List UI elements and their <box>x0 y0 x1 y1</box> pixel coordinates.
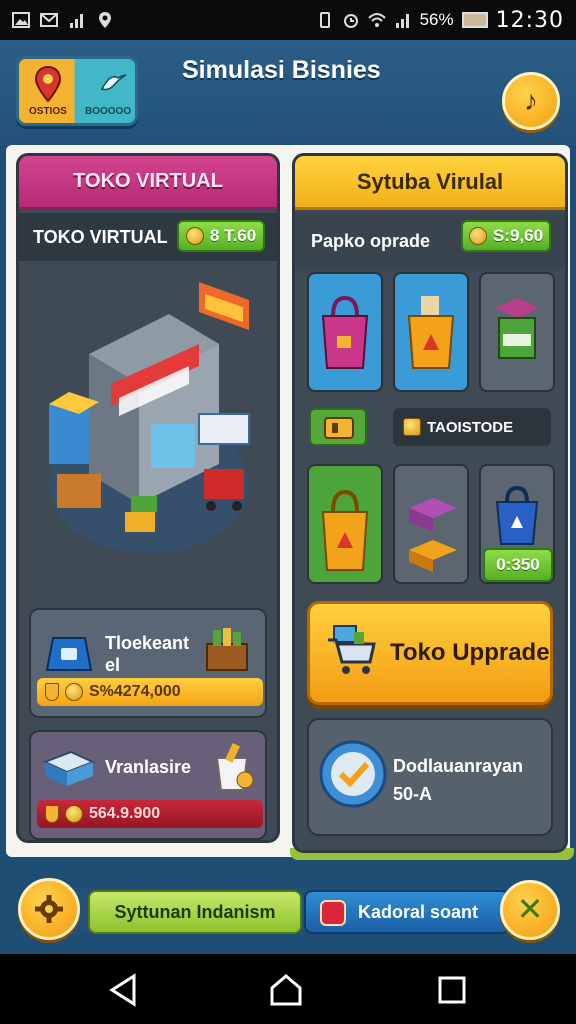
item-tile-tote-bag[interactable] <box>307 464 383 584</box>
virtual-store-panel: TOKO VIRTUAL TOKO VIRTUAL 8 T.60 Tloekea… <box>16 153 280 843</box>
store-upgrade-button[interactable]: Toko Upprade <box>307 601 553 705</box>
checkmark-badge-icon <box>319 740 387 808</box>
store-price-pill[interactable]: 8 T.60 <box>177 220 265 252</box>
coin-icon <box>185 227 204 245</box>
wifi-icon <box>367 13 386 27</box>
franchise-value-bar: 564.9.900 <box>37 800 263 828</box>
cell-signal-icon <box>395 14 409 28</box>
home-icon[interactable] <box>268 972 304 1008</box>
system-nav-bar <box>0 954 576 1024</box>
music-note-icon: ♪ <box>524 85 538 116</box>
item-tile-orange-bag[interactable] <box>393 272 469 392</box>
inventory-title: Tloekeant <box>105 633 190 653</box>
inventory-subtitle: el <box>105 655 121 675</box>
image-notification-icon <box>12 12 30 28</box>
footer-green-button[interactable]: Syttunan Indanism <box>88 890 302 934</box>
pink-bag-icon <box>321 295 369 369</box>
store-building-illustration <box>49 282 250 554</box>
virtual-store-header: TOKO VIRTUAL <box>19 156 277 210</box>
small-price: 0:350 <box>496 555 540 574</box>
footer-green-label: Syttunan Indanism <box>114 901 276 922</box>
upgrade-price: S:9,60 <box>492 226 544 245</box>
tote-bag-icon <box>321 489 369 571</box>
item-tile-display-case[interactable] <box>479 272 555 392</box>
upgrade-panel-header: Sytuba Virulal <box>295 156 565 210</box>
signal-small-icon <box>70 14 83 28</box>
item-tile-pink-bag[interactable] <box>307 272 383 392</box>
close-icon: ✕ <box>516 891 544 927</box>
shield-icon <box>45 683 59 701</box>
inventory-value-bar: S%4274,000 <box>37 678 263 706</box>
coin-icon <box>65 683 83 701</box>
logo-right-text: BOOOOO <box>85 106 132 117</box>
display-case-icon <box>495 298 539 359</box>
clock: 12:30 <box>495 7 564 33</box>
small-price-pill[interactable]: 0:350 <box>483 548 553 582</box>
verification-subtitle: 50-A <box>393 784 433 804</box>
item-tile-boxes[interactable] <box>393 464 469 584</box>
cup-icon <box>215 743 254 791</box>
orange-bag-icon <box>407 296 455 369</box>
gear-icon <box>35 895 63 923</box>
app-title: Simulasi Bisnies <box>182 56 381 84</box>
store-price: 8 T.60 <box>209 226 257 245</box>
footer-blue-label: Kadoral soant <box>358 901 479 922</box>
store-upgrade-label: Toko Upprade <box>390 639 550 666</box>
coupon-icon <box>324 417 354 439</box>
vibrate-icon <box>319 12 330 28</box>
app-header: OSTIOS BOOOOO Simulasi Bisnies ♪ <box>0 40 576 145</box>
ticket-icon <box>403 418 421 436</box>
produce-basket-icon <box>206 628 248 671</box>
footer-blue-button[interactable]: Kadoral soant <box>304 890 510 934</box>
franchise-card[interactable]: Vranlasire 564.9.900 <box>29 730 267 840</box>
franchise-value: 564.9.900 <box>89 805 161 822</box>
blue-bag-icon <box>495 485 539 545</box>
logo-left-text: OSTIOS <box>29 106 67 117</box>
store-stock-label: TAOISTODE <box>393 408 551 446</box>
coupon-badge[interactable] <box>309 408 367 446</box>
upgrade-sublabel: Papko oprade <box>311 231 431 251</box>
upgrade-panel: Sytuba Virulal Papko oprade S:9,60 TAOIS… <box>292 153 568 853</box>
back-icon[interactable] <box>106 972 142 1008</box>
mail-notification-icon <box>40 13 58 27</box>
map-pin-icon <box>34 65 62 103</box>
music-button[interactable]: ♪ <box>502 72 560 130</box>
close-button[interactable]: ✕ <box>500 880 560 940</box>
coin-icon <box>65 805 83 823</box>
virtual-store-sublabel: TOKO VIRTUAL <box>33 226 168 247</box>
heart-icon <box>320 900 346 926</box>
cash-stack-icon <box>42 750 96 786</box>
shield-icon <box>45 805 59 823</box>
shopping-bag-icon <box>45 637 93 671</box>
recents-icon[interactable] <box>434 972 470 1008</box>
battery-icon <box>461 12 488 28</box>
app-logo[interactable]: OSTIOS BOOOOO <box>16 56 138 126</box>
inventory-card[interactable]: Tloekeant el S%4274,000 <box>29 608 267 718</box>
verification-card[interactable]: Dodlauanrayan 50-A <box>307 718 553 836</box>
gift-boxes-icon <box>409 498 457 572</box>
battery-percent: 56% <box>419 10 454 29</box>
status-bar: 56% 12:30 <box>0 0 576 40</box>
verification-title: Dodlauanrayan <box>393 756 524 776</box>
footer-bar: Syttunan Indanism Kadoral soant ✕ <box>0 860 576 954</box>
settings-button[interactable] <box>18 878 80 940</box>
store-stock-text: TAOISTODE <box>427 418 514 436</box>
alarm-icon <box>343 14 358 28</box>
location-icon <box>99 12 111 28</box>
bird-icon <box>100 74 127 91</box>
inventory-value: S%4274,000 <box>89 683 181 700</box>
franchise-title: Vranlasire <box>105 757 192 777</box>
upgrade-price-pill[interactable]: S:9,60 <box>461 220 551 252</box>
shopping-cart-icon <box>328 625 376 674</box>
coin-icon <box>468 227 487 245</box>
